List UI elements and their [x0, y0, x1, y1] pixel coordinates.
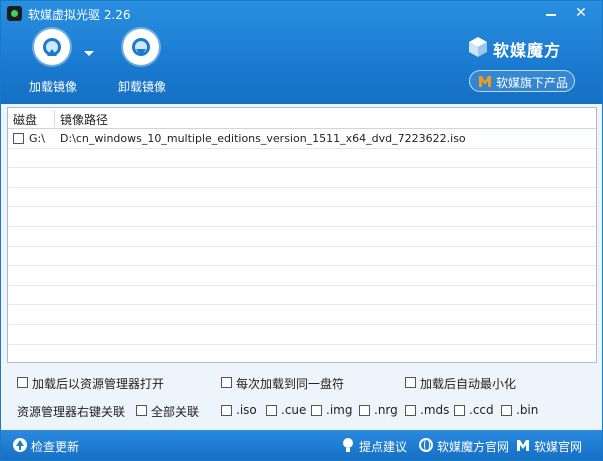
associate-all-label: 全部关联	[151, 405, 200, 419]
products-button[interactable]: 软媒旗下产品	[469, 70, 575, 92]
ext-iso-label: .iso	[236, 403, 257, 417]
row-checkbox[interactable]	[13, 133, 24, 144]
app-disc-icon	[7, 6, 22, 21]
unmount-image-button[interactable]: 卸载镜像	[107, 29, 177, 99]
table-rows: G:\ D:\cn_windows_10_multiple_editions_v…	[8, 129, 596, 362]
unmount-image-label: 卸载镜像	[117, 80, 166, 94]
footer-bar: 检查更新 提点建议 软媒魔方官网 软媒官网	[1, 430, 602, 460]
ext-mds-label: .mds	[420, 403, 450, 417]
table-row-empty	[8, 227, 596, 247]
disc-mount-icon	[34, 29, 70, 65]
disc-unmount-icon	[123, 29, 159, 65]
mount-image-label: 加载镜像	[28, 80, 77, 94]
table-row[interactable]: G:\ D:\cn_windows_10_multiple_editions_v…	[8, 129, 596, 149]
ext-bin-label: .bin	[516, 403, 539, 417]
mount-image-button[interactable]: 加载镜像	[18, 29, 88, 99]
arrow-up-circle-icon	[13, 438, 27, 452]
feedback-label: 提点建议	[359, 440, 408, 454]
m-logo-icon	[517, 440, 529, 451]
column-header-path[interactable]: 镜像路径	[60, 111, 108, 128]
globe-icon	[419, 438, 433, 452]
table-row-empty	[8, 188, 596, 208]
check-update-label: 检查更新	[31, 440, 80, 454]
table-header: 磁盘 镜像路径	[8, 108, 596, 129]
table-row-empty	[8, 168, 596, 188]
table-row-empty	[8, 305, 596, 325]
close-button[interactable]: ✕	[572, 5, 590, 21]
table-row-empty	[8, 247, 596, 267]
lightbulb-icon	[341, 438, 355, 452]
title-bar[interactable]: 软媒虚拟光驱 2.26 ✕	[1, 1, 602, 27]
mofang-site-label: 软媒魔方官网	[437, 440, 510, 454]
mount-dropdown-arrow-icon[interactable]	[84, 51, 94, 56]
context-menu-label: 资源管理器右键关联	[17, 405, 126, 419]
minimize-button[interactable]	[542, 5, 560, 21]
ext-img-label: .img	[326, 403, 353, 417]
image-path: D:\cn_windows_10_multiple_editions_versi…	[60, 132, 466, 145]
ext-ccd-label: .ccd	[469, 403, 494, 417]
window-title: 软媒虚拟光驱 2.26	[28, 8, 131, 22]
app-window: 软媒虚拟光驱 2.26 ✕ 加载镜像 卸载镜像 软媒魔方 软媒旗下产品 磁盘 镜…	[0, 0, 603, 461]
table-row-empty	[8, 345, 596, 362]
products-label: 软媒旗下产品	[496, 76, 569, 90]
open-explorer-label: 加载后以资源管理器打开	[32, 377, 165, 391]
same-drive-label: 每次加载到同一盘符	[236, 377, 345, 391]
table-row-empty	[8, 149, 596, 169]
cube-logo-icon	[469, 37, 487, 57]
table-row-empty	[8, 325, 596, 345]
table-row-empty	[8, 286, 596, 306]
drive-letter: G:\	[29, 132, 45, 145]
image-table: 磁盘 镜像路径 G:\ D:\cn_windows_10_multiple_ed…	[7, 107, 597, 363]
table-row-empty	[8, 266, 596, 286]
column-header-drive[interactable]: 磁盘	[13, 111, 37, 128]
ext-cue-label: .cue	[281, 403, 307, 417]
header: 软媒虚拟光驱 2.26 ✕ 加载镜像 卸载镜像 软媒魔方 软媒旗下产品	[1, 1, 602, 104]
brand-name: 软媒魔方	[493, 41, 562, 60]
table-row-empty	[8, 207, 596, 227]
ext-nrg-label: .nrg	[374, 403, 398, 417]
auto-minimize-label: 加载后自动最小化	[420, 377, 517, 391]
m-logo-icon	[479, 76, 491, 87]
column-divider[interactable]	[54, 110, 55, 127]
ruanmei-site-label: 软媒官网	[534, 440, 583, 454]
brand-logo[interactable]: 软媒魔方	[467, 36, 597, 60]
